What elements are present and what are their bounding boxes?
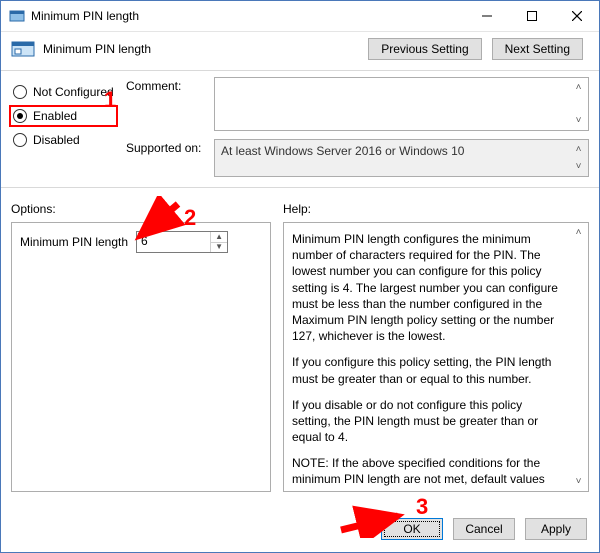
scroll-up-icon[interactable]: ˄	[570, 79, 587, 96]
state-radios: Not Configured Enabled Disabled	[11, 77, 116, 177]
annotation-number-3: 3	[416, 494, 428, 520]
header: Minimum PIN length Previous Setting Next…	[1, 32, 599, 66]
help-column: Help: Minimum PIN length configures the …	[283, 202, 589, 492]
scrollbar[interactable]: ˄ ˅	[570, 141, 587, 175]
help-paragraph: If you configure this policy setting, th…	[292, 354, 564, 386]
separator	[1, 187, 599, 188]
comment-row: Comment: ˄ ˅	[126, 77, 589, 131]
radio-label: Enabled	[33, 109, 77, 123]
window-title: Minimum PIN length	[31, 9, 464, 23]
policy-icon-small	[9, 8, 25, 24]
radio-icon	[13, 85, 27, 99]
min-pin-spinner[interactable]: 6 ▲ ▼	[136, 231, 228, 253]
scrollbar[interactable]: ˄ ˅	[570, 224, 587, 490]
help-paragraph: If you disable or do not configure this …	[292, 397, 564, 446]
scroll-down-icon[interactable]: ˅	[570, 158, 587, 175]
minimize-button[interactable]	[464, 1, 509, 31]
close-button[interactable]	[554, 1, 599, 31]
previous-setting-button[interactable]: Previous Setting	[368, 38, 481, 60]
help-box: Minimum PIN length configures the minimu…	[283, 222, 589, 492]
cancel-button[interactable]: Cancel	[453, 518, 515, 540]
spinner-down-icon[interactable]: ▼	[211, 243, 227, 253]
dialog-buttons: OK Cancel Apply	[381, 518, 587, 540]
scroll-down-icon[interactable]: ˅	[570, 112, 587, 129]
help-paragraph: Minimum PIN length configures the minimu…	[292, 231, 564, 344]
policy-editor-window: Minimum PIN length Minimum PIN length Pr…	[0, 0, 600, 553]
supported-label: Supported on:	[126, 139, 206, 177]
supported-box: At least Windows Server 2016 or Windows …	[214, 139, 589, 177]
supported-row: Supported on: At least Windows Server 20…	[126, 139, 589, 177]
radio-label: Not Configured	[33, 85, 114, 99]
separator	[1, 70, 599, 71]
config-area: Not Configured Enabled Disabled Comment:…	[1, 77, 599, 177]
radio-not-configured[interactable]: Not Configured	[11, 83, 116, 101]
supported-value: At least Windows Server 2016 or Windows …	[221, 144, 464, 158]
titlebar: Minimum PIN length	[1, 1, 599, 32]
spinner-up-icon[interactable]: ▲	[211, 232, 227, 243]
nav-buttons: Previous Setting Next Setting	[368, 38, 583, 60]
radio-icon	[13, 133, 27, 147]
options-label: Options:	[11, 202, 271, 216]
min-pin-label: Minimum PIN length	[20, 235, 128, 249]
policy-title: Minimum PIN length	[43, 42, 360, 56]
scroll-up-icon[interactable]: ˄	[570, 224, 587, 241]
comment-textarea[interactable]: ˄ ˅	[214, 77, 589, 131]
radio-label: Disabled	[33, 133, 80, 147]
comment-label: Comment:	[126, 77, 206, 131]
options-box: Minimum PIN length 6 ▲ ▼	[11, 222, 271, 492]
scrollbar[interactable]: ˄ ˅	[570, 79, 587, 129]
min-pin-value[interactable]: 6	[137, 232, 211, 252]
ok-button[interactable]: OK	[381, 518, 443, 540]
help-paragraph: NOTE: If the above specified conditions …	[292, 455, 564, 492]
scroll-up-icon[interactable]: ˄	[570, 141, 587, 158]
options-column: Options: Minimum PIN length 6 ▲ ▼	[11, 202, 271, 492]
scroll-down-icon[interactable]: ˅	[570, 473, 587, 490]
maximize-button[interactable]	[509, 1, 554, 31]
radio-enabled[interactable]: Enabled	[11, 107, 116, 125]
policy-icon	[11, 38, 35, 60]
help-label: Help:	[283, 202, 589, 216]
next-setting-button[interactable]: Next Setting	[492, 38, 583, 60]
spinner-buttons: ▲ ▼	[211, 232, 227, 252]
apply-button[interactable]: Apply	[525, 518, 587, 540]
lower-area: Options: Minimum PIN length 6 ▲ ▼ Help:	[1, 194, 599, 492]
config-right: Comment: ˄ ˅ Supported on: At least Wind…	[126, 77, 589, 177]
radio-disabled[interactable]: Disabled	[11, 131, 116, 149]
window-controls	[464, 1, 599, 31]
radio-icon	[13, 109, 27, 123]
min-pin-option: Minimum PIN length 6 ▲ ▼	[20, 231, 262, 253]
